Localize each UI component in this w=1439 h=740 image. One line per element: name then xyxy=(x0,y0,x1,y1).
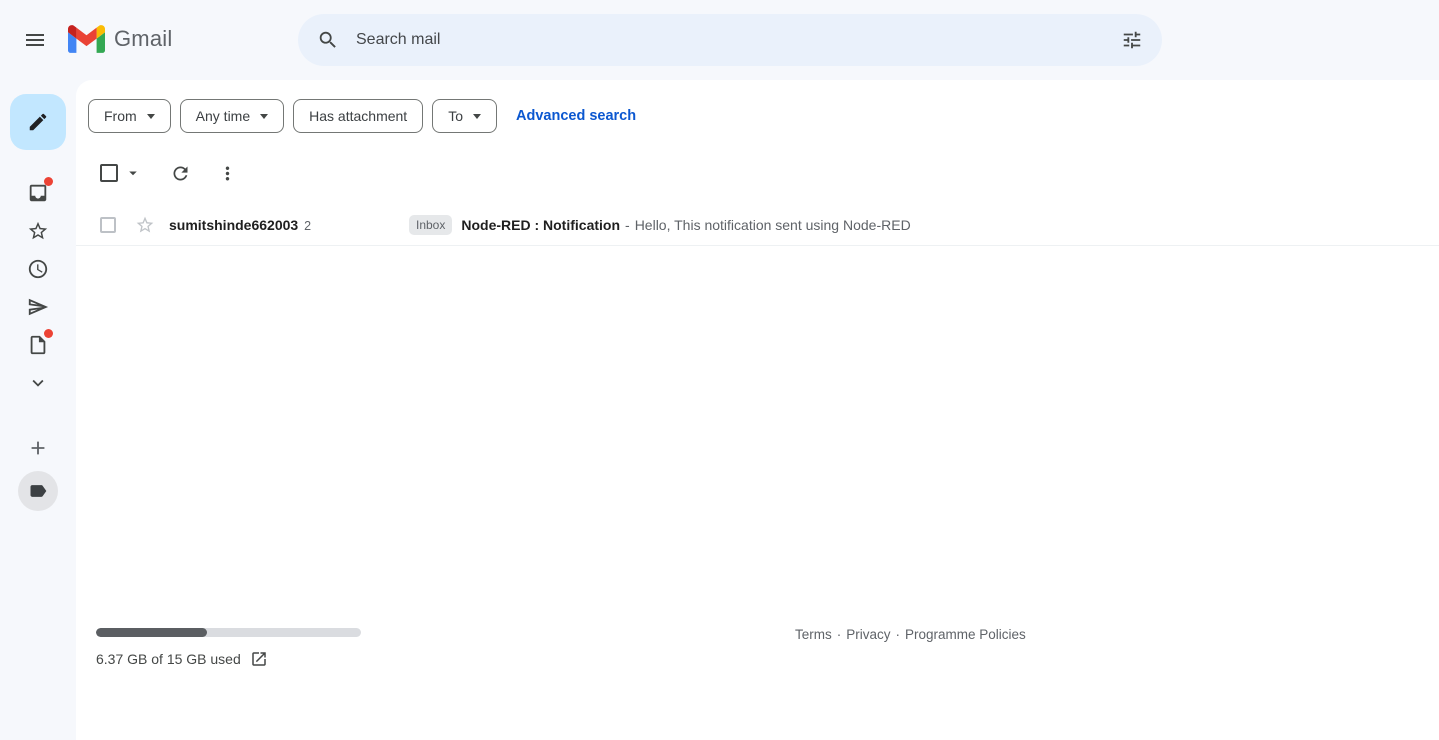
thread-count: 2 xyxy=(304,219,311,233)
starred-icon xyxy=(27,220,49,242)
gmail-logo[interactable]: Gmail xyxy=(68,25,172,53)
search-button[interactable] xyxy=(304,16,352,64)
snippet-separator: - xyxy=(625,217,630,233)
refresh-icon xyxy=(170,163,191,184)
filter-chip-has-attachment[interactable]: Has attachment xyxy=(293,99,423,133)
arrow-drop-down-icon xyxy=(124,164,142,182)
refresh-button[interactable] xyxy=(170,163,191,184)
select-all-checkbox[interactable] xyxy=(100,164,118,182)
chip-label: To xyxy=(448,108,463,124)
storage-progress-fill xyxy=(96,628,207,637)
more-options-button[interactable] xyxy=(217,163,238,184)
star-toggle-icon[interactable] xyxy=(135,215,155,235)
advanced-search-link[interactable]: Advanced search xyxy=(516,108,636,124)
labels-button[interactable] xyxy=(18,471,58,511)
storage-usage-text: 6.37 GB of 15 GB used xyxy=(96,651,241,667)
footer-links: Terms · Privacy · Programme Policies xyxy=(795,627,1026,642)
programme-policies-link[interactable]: Programme Policies xyxy=(905,627,1026,642)
email-subject: Node-RED : Notification xyxy=(461,217,620,233)
inbox-unread-badge xyxy=(44,177,53,186)
email-snippet: Hello, This notification sent using Node… xyxy=(635,217,911,233)
email-row[interactable]: sumitshinde662003 2 Inbox Node-RED : Not… xyxy=(76,205,1439,246)
label-icon xyxy=(28,481,48,501)
chevron-down-icon xyxy=(27,372,49,394)
sender-cell: sumitshinde662003 2 xyxy=(169,217,409,233)
chip-label: Any time xyxy=(196,108,250,124)
plus-icon xyxy=(27,437,49,459)
inbox-label-chip: Inbox xyxy=(409,215,452,235)
compose-button[interactable] xyxy=(10,94,66,150)
filter-chip-any-time[interactable]: Any time xyxy=(180,99,284,133)
open-in-new-icon xyxy=(250,650,268,668)
filter-chip-from[interactable]: From xyxy=(88,99,171,133)
search-options-button[interactable] xyxy=(1108,16,1156,64)
sent-icon xyxy=(27,296,49,318)
storage-meter: 6.37 GB of 15 GB used xyxy=(96,628,361,668)
navigation-rail xyxy=(0,80,76,740)
create-label-button[interactable] xyxy=(16,429,60,467)
hamburger-icon xyxy=(23,28,47,52)
chip-label: Has attachment xyxy=(309,108,407,124)
sidebar-item-snoozed[interactable] xyxy=(16,250,60,288)
chevron-down-icon xyxy=(147,114,155,119)
mail-content-panel: From Any time Has attachment To Advanced… xyxy=(76,80,1439,740)
sidebar-item-more[interactable] xyxy=(16,364,60,402)
filter-chip-to[interactable]: To xyxy=(432,99,497,133)
footer-separator: · xyxy=(837,627,842,642)
privacy-link[interactable]: Privacy xyxy=(846,627,890,642)
email-select-checkbox[interactable] xyxy=(100,217,116,233)
list-toolbar xyxy=(76,158,1439,188)
search-icon xyxy=(317,29,339,51)
snoozed-clock-icon xyxy=(27,258,49,280)
chip-label: From xyxy=(104,108,137,124)
subject-cell: Node-RED : Notification - Hello, This no… xyxy=(461,217,910,233)
search-filter-chips: From Any time Has attachment To Advanced… xyxy=(76,80,1439,133)
footer-separator: · xyxy=(896,627,901,642)
chevron-down-icon xyxy=(260,114,268,119)
sidebar-item-starred[interactable] xyxy=(16,212,60,250)
chevron-down-icon xyxy=(473,114,481,119)
sender-name: sumitshinde662003 xyxy=(169,217,298,233)
select-dropdown-button[interactable] xyxy=(122,162,144,184)
terms-link[interactable]: Terms xyxy=(795,627,832,642)
compose-pencil-icon xyxy=(27,111,49,133)
sidebar-item-inbox[interactable] xyxy=(16,174,60,212)
more-vert-icon xyxy=(217,163,238,184)
storage-progress-track xyxy=(96,628,361,637)
gmail-m-icon xyxy=(68,25,105,53)
drafts-badge xyxy=(44,329,53,338)
manage-storage-link[interactable] xyxy=(250,650,268,668)
sidebar-item-sent[interactable] xyxy=(16,288,60,326)
gmail-logo-text: Gmail xyxy=(114,26,172,52)
search-bar xyxy=(298,14,1162,66)
app-header: Gmail xyxy=(0,0,1439,80)
main-menu-button[interactable] xyxy=(11,16,59,64)
sidebar-item-drafts[interactable] xyxy=(16,326,60,364)
search-input[interactable] xyxy=(352,14,1108,66)
tune-icon xyxy=(1121,29,1143,51)
